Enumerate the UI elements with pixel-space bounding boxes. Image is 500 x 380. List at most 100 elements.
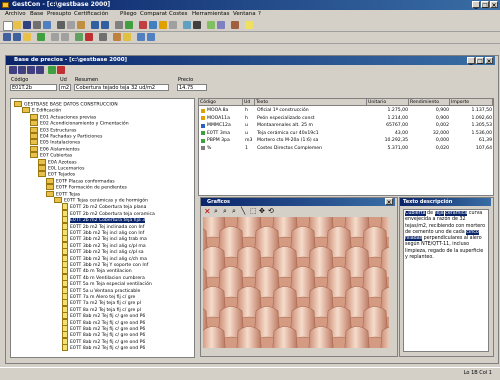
tree-item-node[interactable]: E0TT 2b m2 Cobertura teja ceramica [62, 209, 155, 217]
first-record-icon[interactable] [9, 66, 17, 74]
image-icon[interactable] [183, 21, 191, 29]
menu-ventana[interactable]: Ventana [233, 11, 256, 17]
tree-folder-node[interactable]: E Edificación [22, 107, 61, 114]
tree-folder-node[interactable]: E0A Azoteas [38, 158, 77, 165]
tree-item-node[interactable]: E0TT 3bb m2 Tej Y soporte con Inf [62, 261, 148, 268]
tree-folder-node[interactable]: GESTBASE BASE DATOS CONSTRUCCION [14, 101, 118, 108]
grid-cell[interactable]: Montaarenales alt. 25 m [257, 122, 366, 129]
description-text[interactable]: Cubierta de teja cerámica curva envejeci… [403, 209, 489, 352]
inner-maximize-button[interactable]: □ [476, 57, 484, 65]
tree-item-node[interactable]: E0TT 3bb m2 Tej incl alig c/ch ma [62, 254, 147, 262]
zoom-in-icon[interactable]: ⌕ [214, 207, 218, 216]
table-icon[interactable] [149, 21, 157, 29]
grid-cell[interactable]: 107,64 [452, 145, 492, 152]
grid-cell[interactable]: u [245, 130, 254, 137]
help-icon[interactable] [245, 21, 253, 29]
delete-icon[interactable] [85, 33, 93, 41]
redo-icon[interactable] [101, 21, 109, 29]
precio-field[interactable]: 14.75 [177, 84, 207, 91]
tree-item-node[interactable]: E0TT 2b m2 Cobertura teja fija 3 [62, 216, 146, 224]
grid-column-header[interactable]: Rendimiento [409, 99, 450, 106]
grid-cell[interactable]: 0,020 [411, 145, 449, 152]
refresh-icon[interactable] [37, 33, 45, 41]
grid-cell[interactable]: 0,000 [411, 137, 449, 144]
tree-item-node[interactable]: E0TT 8ab m2 Tej fij c/ gre ond P6 [62, 337, 145, 345]
tree-folder-node[interactable]: E06 Aislamientos [30, 145, 80, 152]
grid-cell[interactable]: 0,002 [411, 122, 449, 129]
zoom-out-icon[interactable]: ⌕ [223, 207, 227, 216]
grid-cell[interactable]: h [245, 107, 254, 114]
grid-cell[interactable]: 1.214,00 [369, 115, 408, 122]
print-icon[interactable] [33, 21, 41, 29]
grid-cell[interactable]: 1.305,53 [452, 122, 492, 129]
tree-item-node[interactable]: E0TT 3bb m2 Tej incl alig c/pl ma [62, 241, 146, 249]
tree-folder-node[interactable]: E0T Tejados [38, 171, 75, 178]
menu-herramientas[interactable]: Herramientas [192, 11, 229, 17]
grid-cell[interactable]: 1.275,00 [369, 107, 408, 114]
grid-cell[interactable]: 61,39 [452, 137, 492, 144]
grid-cell-code[interactable]: E0TT 3ma [207, 130, 242, 137]
grid-cell[interactable]: 0,900 [411, 107, 449, 114]
graphics-close-button[interactable]: × [385, 198, 393, 206]
preview-icon[interactable] [43, 21, 51, 29]
draw-line-icon[interactable]: ╲ [241, 207, 245, 216]
menu-certificacion[interactable]: Certificación [74, 11, 108, 17]
remove-record-icon[interactable] [57, 66, 65, 74]
tree-item-node[interactable]: E0TT 3bb m2 Tej incl alig c/pl sa [62, 248, 144, 256]
tree-item-node[interactable]: E0TT 4b m Teja ventilacion [62, 267, 132, 275]
find-icon[interactable] [115, 21, 123, 29]
settings-icon[interactable] [231, 21, 239, 29]
tree-item-node[interactable]: E0TT 2b m2 Tej inclinada con Inf [62, 222, 144, 230]
grid-cell[interactable]: 65767,00 [369, 122, 408, 129]
forward-icon[interactable] [13, 33, 21, 41]
price-icon[interactable] [123, 33, 131, 41]
menu-base[interactable]: Base [30, 11, 43, 17]
minimize-button[interactable]: _ [472, 1, 480, 9]
grid-cell[interactable]: 1.536,00 [452, 130, 492, 137]
menu-help[interactable]: ? [258, 11, 261, 17]
delete-image-icon[interactable]: ✕ [204, 207, 211, 216]
menu-costes[interactable]: Costes [169, 11, 187, 17]
insert-icon[interactable] [75, 33, 83, 41]
tree-folder-node[interactable]: E0L Lucernarios [38, 165, 85, 172]
grid-cell[interactable]: m3 [245, 137, 254, 144]
grid-cell[interactable]: Mortero cto M-20a (1:6) sa [257, 137, 366, 144]
tree-folder-node[interactable]: E04 Fachadas y Particiones [30, 133, 102, 140]
grid-column-header[interactable]: Unitario [367, 99, 409, 106]
grid-cell[interactable]: 1.092,60 [452, 115, 492, 122]
list-icon[interactable] [169, 21, 177, 29]
grid-cell[interactable]: 1 [245, 145, 254, 152]
grid-cell[interactable]: 5.371,00 [369, 145, 408, 152]
tree-item-node[interactable]: E0TT 8ab m2 Tej fij c/ gre ond P6 [62, 318, 145, 326]
grid-column-header[interactable]: Importe [450, 99, 493, 106]
chapter-tree[interactable]: GESTBASE BASE DATOS CONSTRUCCION E Edific… [10, 98, 195, 358]
decomposition-grid[interactable]: Código Ud Texto Unitario Rendimiento Importe M… [198, 98, 494, 196]
back-icon[interactable] [3, 33, 11, 41]
menu-archivo[interactable]: Archivo [5, 11, 26, 17]
grid-cell[interactable]: Peón especializado const [257, 115, 366, 122]
menu-pliego[interactable]: Pliego [120, 11, 137, 17]
inner-minimize-button[interactable]: _ [467, 57, 475, 65]
select-icon[interactable]: ⬚ [250, 207, 257, 216]
undo-icon[interactable] [91, 21, 99, 29]
text-icon[interactable] [193, 21, 201, 29]
tree-item-node[interactable]: E0TT 8ab m2 Tej fij c/ gre ond P6 [62, 331, 145, 339]
tree-folder-node[interactable]: E07 Cubiertas [30, 152, 72, 159]
new-icon[interactable] [3, 21, 13, 31]
measure-icon[interactable] [113, 33, 121, 41]
grid-cell-code[interactable]: MOOA.8a [207, 107, 242, 114]
filter-icon[interactable] [207, 21, 215, 29]
open-icon[interactable] [13, 21, 21, 29]
inner-close-button[interactable]: × [485, 57, 493, 65]
grid-column-header[interactable]: Texto [255, 99, 367, 106]
tree-icon[interactable] [159, 21, 167, 29]
tree-folder-node[interactable]: E0TF Placas conformadas [46, 177, 115, 184]
tree-item-node[interactable]: E0TT 2b m2 Cobertura teja plana [62, 203, 146, 211]
grid-column-header[interactable]: Código [199, 99, 243, 106]
tree-folder-node[interactable]: E0TT Tejas cerámicas y de hormigón [54, 197, 148, 204]
grid-cell[interactable]: 32,000 [411, 130, 449, 137]
calc-icon[interactable] [125, 21, 133, 29]
chart-icon[interactable] [139, 21, 147, 29]
last-record-icon[interactable] [36, 66, 44, 74]
grid-cell-code[interactable]: PBPM 3pa [207, 137, 242, 144]
